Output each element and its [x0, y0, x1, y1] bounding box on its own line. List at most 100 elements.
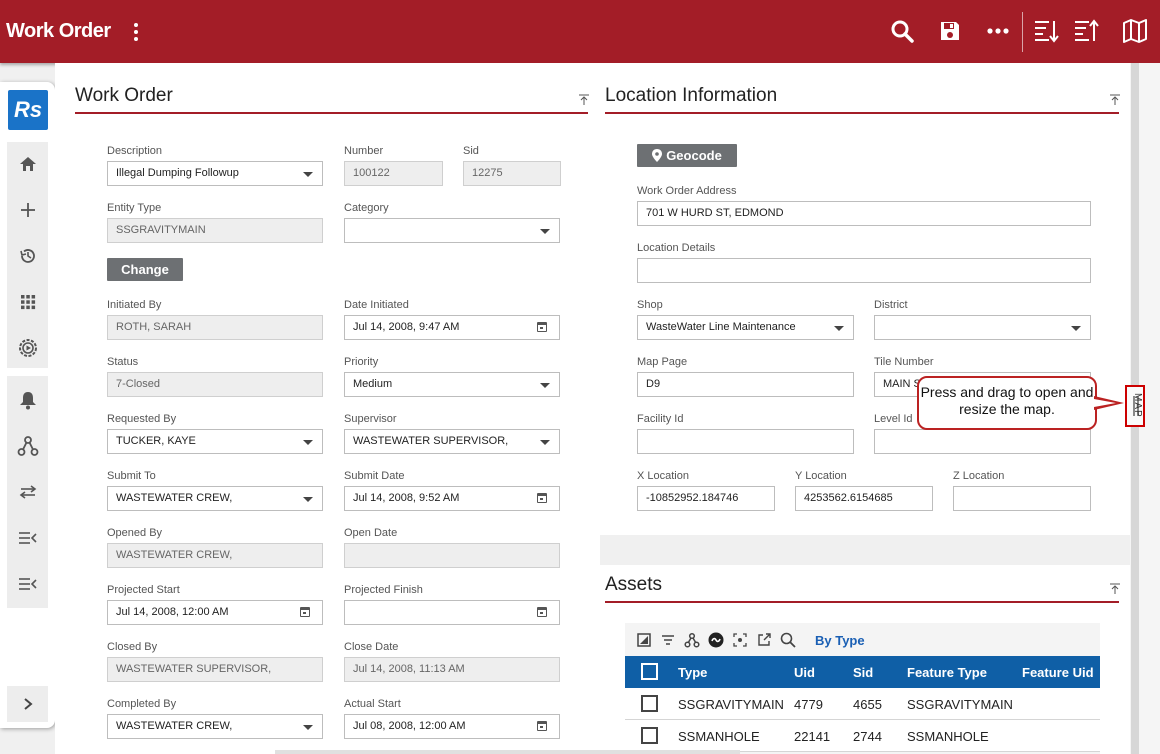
horizontal-scrollbar[interactable] — [275, 750, 740, 754]
completed-by-select[interactable]: WASTEWATER CREW, — [107, 714, 323, 739]
priority-select[interactable]: Medium — [344, 372, 560, 397]
requested-by-value: TUCKER, KAYE — [116, 435, 196, 447]
column-header-uid[interactable]: Uid — [794, 665, 815, 680]
home-icon[interactable] — [7, 144, 48, 184]
closed-by-field: WASTEWATER SUPERVISOR, — [107, 657, 323, 682]
cell-uid: 4779 — [794, 697, 823, 712]
filter-icon[interactable] — [659, 632, 676, 649]
calendar-icon[interactable] — [300, 607, 310, 617]
geocode-label: Geocode — [666, 148, 722, 163]
map-panel-label[interactable]: MAP — [1132, 393, 1143, 418]
submit-date-label: Submit Date — [344, 470, 405, 482]
zoom-to-icon[interactable] — [731, 632, 748, 649]
row-checkbox[interactable] — [641, 695, 658, 712]
location-details-field[interactable] — [637, 258, 1091, 283]
date-initiated-field[interactable]: Jul 14, 2008, 9:47 AM — [344, 315, 560, 340]
search-icon[interactable] — [779, 632, 796, 649]
supervisor-select[interactable]: WASTEWATER SUPERVISOR, — [344, 429, 560, 454]
y-location-field[interactable]: 4253562.6154685 — [795, 486, 933, 511]
actual-start-label: Actual Start — [344, 698, 401, 710]
workflow-icon[interactable] — [7, 426, 48, 466]
district-select[interactable] — [874, 315, 1091, 340]
calendar-icon[interactable] — [537, 607, 547, 617]
map-icon[interactable] — [1121, 17, 1149, 45]
link-icon[interactable] — [707, 632, 724, 649]
apps-icon[interactable] — [7, 282, 48, 322]
collapse-section-icon[interactable] — [578, 93, 590, 105]
row-checkbox[interactable] — [641, 727, 658, 744]
column-header-feature-uid[interactable]: Feature Uid — [1022, 665, 1094, 680]
number-label: Number — [344, 145, 384, 157]
calendar-icon[interactable] — [537, 322, 547, 332]
section-title-work-order: Work Order — [75, 85, 173, 106]
column-header-sid[interactable]: Sid — [853, 665, 873, 680]
requested-by-select[interactable]: TUCKER, KAYE — [107, 429, 323, 454]
description-select[interactable]: Illegal Dumping Followup — [107, 161, 323, 186]
sort-descending-icon[interactable] — [1032, 17, 1060, 45]
cell-type: SSMANHOLE — [678, 729, 760, 744]
opened-by-field: WASTEWATER CREW, — [107, 543, 323, 568]
open-date-field — [344, 543, 560, 568]
cell-type: SSGRAVITYMAIN — [678, 697, 784, 712]
expand-icon[interactable] — [7, 684, 48, 724]
sort-ascending-icon[interactable] — [1072, 17, 1100, 45]
more-icon[interactable] — [984, 17, 1012, 45]
by-type-link[interactable]: By Type — [815, 633, 865, 648]
kebab-menu-icon[interactable] — [128, 19, 144, 45]
submit-date-field[interactable]: Jul 14, 2008, 9:52 AM — [344, 486, 560, 511]
add-icon[interactable] — [7, 190, 48, 230]
actual-start-field[interactable]: Jul 08, 2008, 12:00 AM — [344, 714, 560, 739]
sid-label: Sid — [463, 145, 479, 157]
edit-icon[interactable] — [635, 632, 652, 649]
search-icon[interactable] — [888, 17, 916, 45]
actual-start-value: Jul 08, 2008, 12:00 AM — [353, 720, 466, 732]
level-id-label: Level Id — [874, 413, 913, 425]
list-collapse-icon[interactable] — [7, 564, 48, 604]
section-title-assets: Assets — [605, 574, 663, 595]
select-all-checkbox[interactable] — [641, 663, 658, 680]
calendar-icon[interactable] — [537, 721, 547, 731]
address-field[interactable]: 701 W HURD ST, EDMOND — [637, 201, 1091, 226]
level-id-field[interactable] — [874, 429, 1091, 454]
projected-start-field[interactable]: Jul 14, 2008, 12:00 AM — [107, 600, 323, 625]
facility-id-field[interactable] — [637, 429, 854, 454]
submit-date-value: Jul 14, 2008, 9:52 AM — [353, 492, 460, 504]
map-pin-icon — [652, 149, 663, 162]
table-row[interactable]: SSGRAVITYMAIN 4779 4655 SSGRAVITYMAIN — [625, 688, 1100, 720]
priority-value: Medium — [353, 378, 393, 390]
supervisor-value: WASTEWATER SUPERVISOR, — [353, 435, 509, 447]
save-icon[interactable] — [936, 17, 964, 45]
shop-select[interactable]: WasteWater Line Maintenance — [637, 315, 854, 340]
settings-icon[interactable] — [7, 328, 48, 368]
change-button[interactable]: Change — [107, 258, 183, 281]
collapse-section-icon[interactable] — [1109, 93, 1121, 105]
x-location-field[interactable]: -10852952.184746 — [637, 486, 775, 511]
completed-by-label: Completed By — [107, 698, 177, 710]
cell-feature-type: SSMANHOLE — [907, 729, 989, 744]
top-app-bar: Work Order — [0, 0, 1160, 63]
app-logo[interactable]: Rs — [8, 90, 48, 130]
geocode-button[interactable]: Geocode — [637, 144, 737, 167]
calendar-icon[interactable] — [537, 493, 547, 503]
projected-finish-field[interactable] — [344, 600, 560, 625]
open-external-icon[interactable] — [755, 632, 772, 649]
swap-icon[interactable] — [7, 472, 48, 512]
list-collapse-icon[interactable] — [7, 518, 48, 558]
category-select[interactable] — [344, 218, 560, 243]
column-header-type[interactable]: Type — [678, 665, 707, 680]
close-date-field: Jul 14, 2008, 11:13 AM — [344, 657, 560, 682]
collapse-section-icon[interactable] — [1109, 582, 1121, 594]
map-page-field[interactable]: D9 — [637, 372, 854, 397]
z-location-field[interactable] — [953, 486, 1091, 511]
open-date-label: Open Date — [344, 527, 398, 539]
table-row[interactable]: SSMANHOLE 22141 2744 SSMANHOLE — [625, 720, 1100, 752]
close-date-label: Close Date — [344, 641, 399, 653]
workflow-icon[interactable] — [683, 632, 700, 649]
submit-to-select[interactable]: WASTEWATER CREW, — [107, 486, 323, 511]
column-header-feature-type[interactable]: Feature Type — [907, 665, 987, 680]
notifications-icon[interactable] — [7, 380, 48, 420]
history-icon[interactable] — [7, 236, 48, 276]
supervisor-label: Supervisor — [344, 413, 397, 425]
location-details-label: Location Details — [637, 242, 716, 254]
section-gap — [600, 535, 1130, 565]
